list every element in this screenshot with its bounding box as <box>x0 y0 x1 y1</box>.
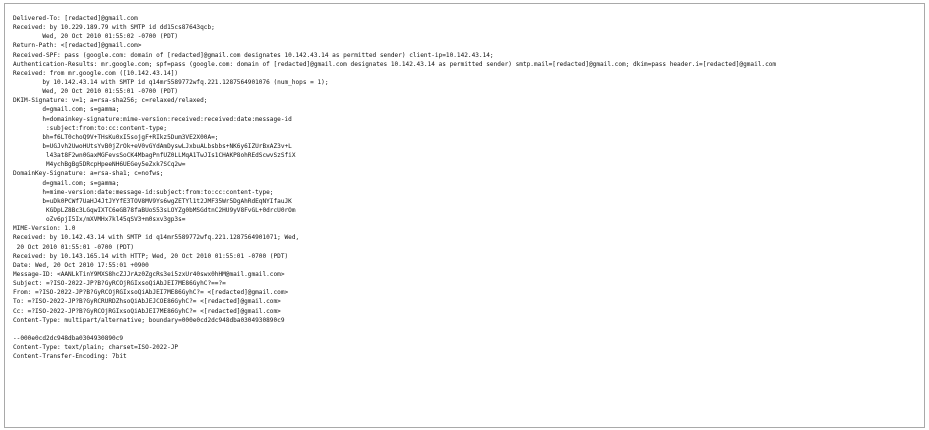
header-line: b=UGJvh2UwoHUtsYvB0jZrOk+eV0vGYdAmDyswLJ… <box>13 142 292 150</box>
header-line: Wed, 20 Oct 2010 01:55:01 -0700 (PDT) <box>13 88 179 96</box>
header-line: b=uDk0PCWf7UaHJ4JtJYYfE3TOV8MV9Ys6wgZETY… <box>13 197 292 205</box>
header-line: To: =?ISO-2022-JP?B?GyRCRURDZhsoQiAbJEJC… <box>13 298 281 306</box>
header-line: KGDpLZ8Bc3LGqwIXTC6eGB78faBUoS53sLOYZg0b… <box>13 206 296 214</box>
header-line: --000e0cd2dc948dba0304930890c9 <box>13 334 124 342</box>
header-line: Content-Type: multipart/alternative; bou… <box>13 316 285 324</box>
header-line: 20 Oct 2010 01:55:01 -0700 (PDT) <box>13 243 135 251</box>
header-line: Received: from mr.google.com ([10.142.43… <box>13 69 179 77</box>
header-line: Delivered-To: [redacted]@gmail.com <box>13 15 138 22</box>
header-line: bh=f6LT0choQ9V+THsKu0xI5sojgF+RIkz5Dum3V… <box>13 133 219 141</box>
header-line: Date: Wed, 20 Oct 2010 17:55:01 +0900 <box>13 261 149 269</box>
header-line: Content-Transfer-Encoding: 7bit <box>13 353 127 361</box>
header-line: h=mime-version:date:message-id:subject:f… <box>13 188 274 196</box>
header-line: Received: by 10.143.165.14 with HTTP; We… <box>13 252 289 260</box>
header-line: l43at8F2wn0GaxMGFevsSoCK4MbagPnfUZ0LLMqA… <box>13 152 296 160</box>
header-line: oZv6pjI5Ix/mXVMHx7kl45qSV3+m0sxv3gp3s= <box>13 216 186 224</box>
header-line: M4ychBgBg5DRcpHpeeNH6UEGey5eZxk7SCq2w= <box>13 161 186 169</box>
header-line: Subject: =?ISO-2022-JP?B?GyRCOjRGIxsoQiA… <box>13 280 226 288</box>
header-line: Content-Type: text/plain; charset=ISO-20… <box>13 344 179 352</box>
header-line: Message-ID: <AANLkTinY9MXS8hcZJJrAz0ZgcR… <box>13 270 285 278</box>
header-line: From: =?ISO-2022-JP?B?GyRCOjRGIxsoQiAbJE… <box>13 289 289 297</box>
header-line: :subject:from:to:cc:content-type; <box>13 124 168 132</box>
header-line: by 10.142.43.14 with SMTP id q14mr558977… <box>13 78 329 86</box>
header-line: Received: by 10.229.189.79 with SMTP id … <box>13 24 215 32</box>
header-line: d=gmail.com; s=gamma; <box>13 106 120 114</box>
header-line: Authentication-Results: mr.google.com; s… <box>13 60 777 68</box>
header-line: DKIM-Signature: v=1; a=rsa-sha256; c=rel… <box>13 97 208 105</box>
header-text-block: Delivered-To: [redacted]@gmail.com Recei… <box>13 14 776 361</box>
header-line: Cc: =?ISO-2022-JP?B?GyRCOjRGIxsoQiAbJEI7… <box>13 307 281 315</box>
header-line: d=gmail.com; s=gamma; <box>13 179 120 187</box>
header-line: Wed, 20 Oct 2010 01:55:02 -0700 (PDT) <box>13 33 179 41</box>
email-header-viewer: Delivered-To: [redacted]@gmail.com Recei… <box>4 3 925 428</box>
header-line: h=domainkey-signature:mime-version:recei… <box>13 115 292 123</box>
header-line: Received-SPF: pass (google.com: domain o… <box>13 51 494 59</box>
header-line: DomainKey-Signature: a=rsa-sha1; c=nofws… <box>13 170 164 178</box>
header-line: MIME-Version: 1.0 <box>13 225 76 233</box>
header-line: Return-Path: <[redacted]@gmail.com> <box>13 42 142 50</box>
header-line: Received: by 10.142.43.14 with SMTP id q… <box>13 234 300 242</box>
